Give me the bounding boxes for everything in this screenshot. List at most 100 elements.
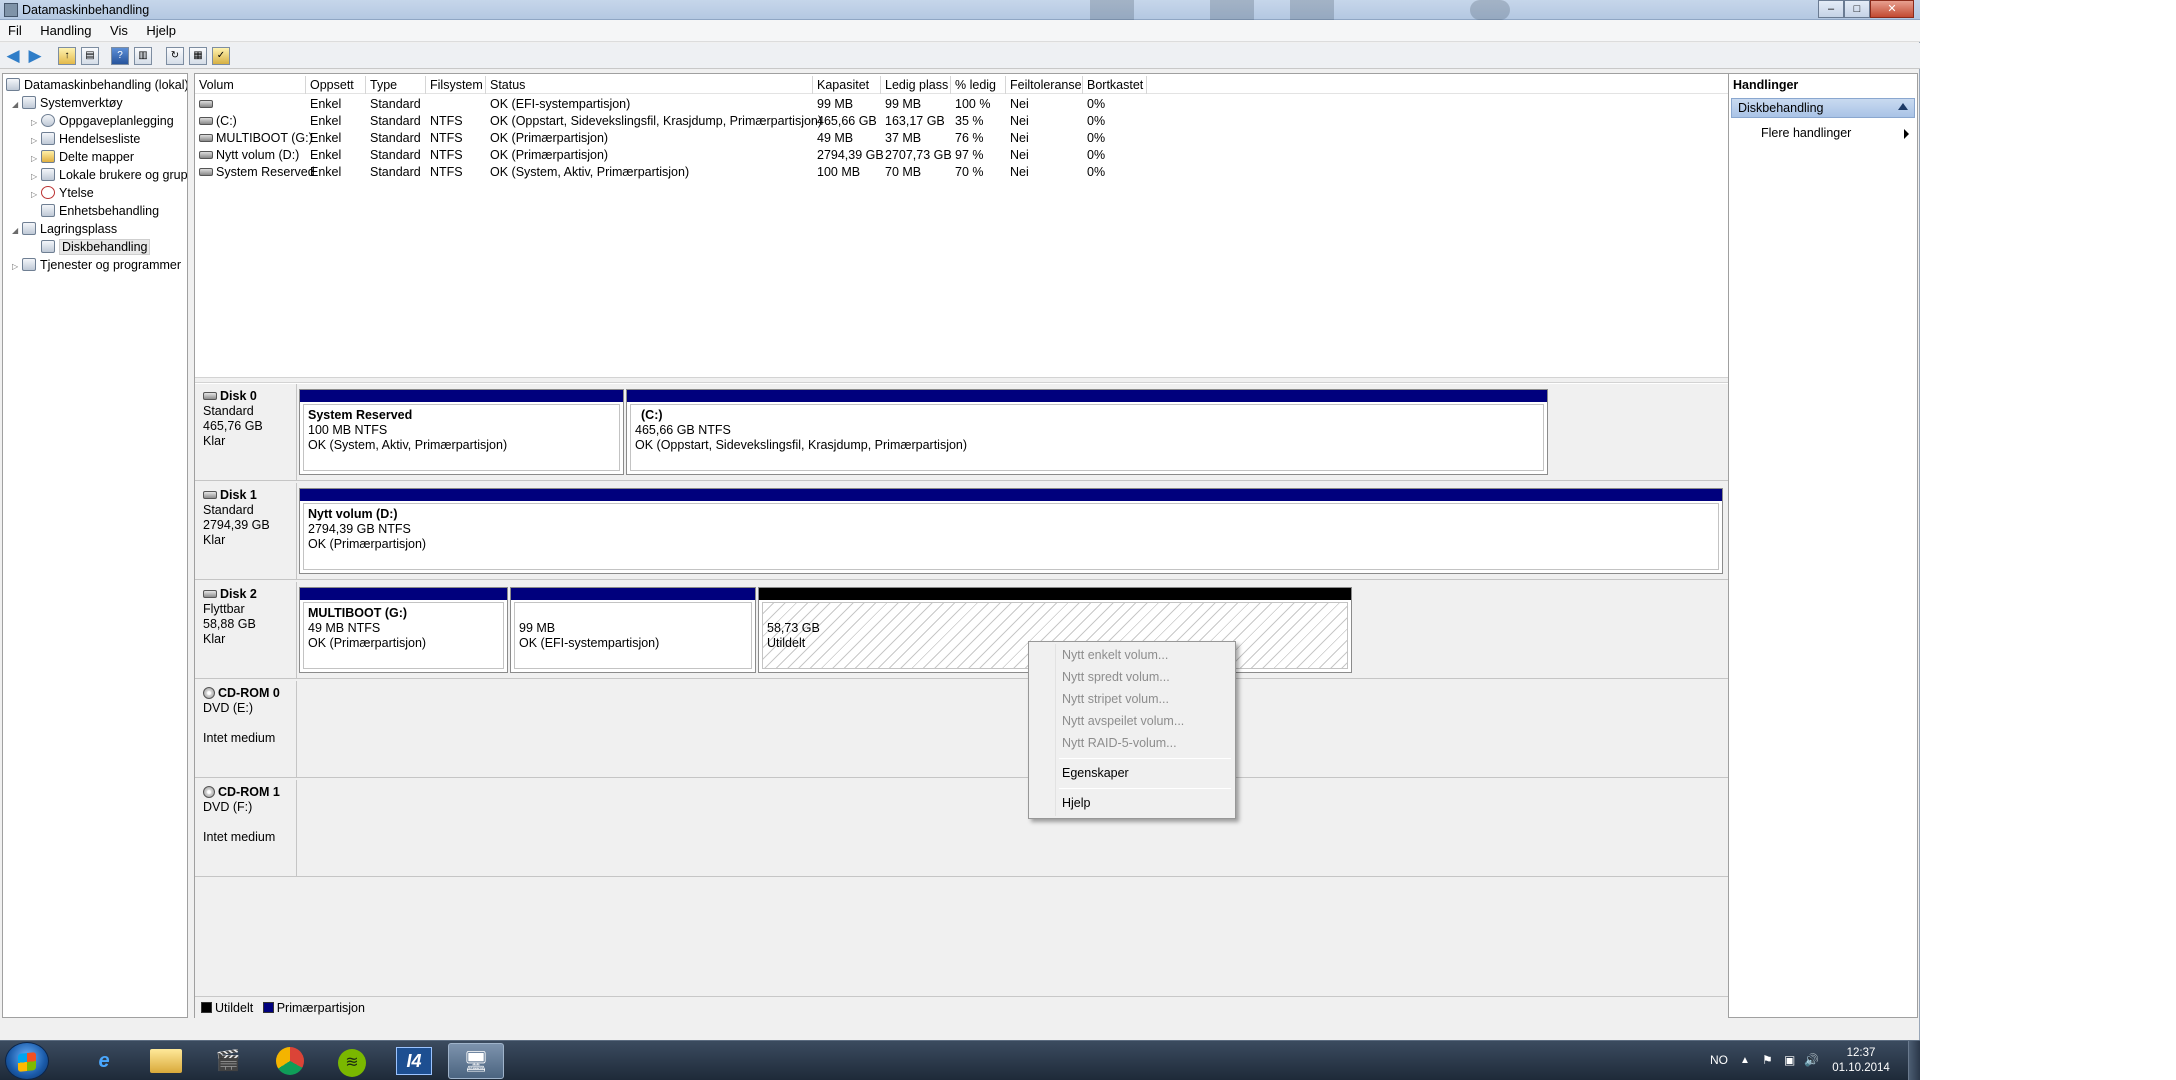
menu-item-new-simple-volume[interactable]: Nytt enkelt volum... xyxy=(1062,648,1168,662)
tree-item-device-manager[interactable]: Enhetsbehandling xyxy=(41,202,159,220)
table-cell-feil: Nei xyxy=(1010,114,1029,128)
menu-item-new-raid5-volume[interactable]: Nytt RAID-5-volum... xyxy=(1062,736,1177,750)
clock-date: 01.10.2014 xyxy=(1832,1062,1890,1074)
app-icon xyxy=(4,3,18,17)
tree-item-event-viewer[interactable]: ▷ Hendelsesliste xyxy=(31,130,140,148)
volume-icon[interactable]: 🔊 xyxy=(1804,1053,1819,1067)
tree-item-task-scheduler[interactable]: ▷ Oppgaveplanlegging xyxy=(31,112,174,130)
pane-splitter[interactable] xyxy=(195,377,1729,383)
show-desktop-button[interactable] xyxy=(1908,1041,1920,1080)
show-hidden-icons[interactable]: ▲ xyxy=(1740,1055,1750,1066)
menu-item-new-striped-volume[interactable]: Nytt stripet volum... xyxy=(1062,692,1169,706)
unallocated-band xyxy=(759,588,1351,600)
menu-help[interactable]: Hjelp xyxy=(138,20,183,38)
forward-arrow-icon[interactable]: ▶ xyxy=(26,47,44,65)
media-center-icon[interactable]: 🎬 xyxy=(200,1043,256,1079)
partition-efi[interactable]: 99 MB OK (EFI-systempartisjon) xyxy=(510,587,756,673)
table-cell-feil: Nei xyxy=(1010,131,1029,145)
column-header-free-space[interactable]: Ledig plass xyxy=(881,76,951,94)
column-header-layout[interactable]: Oppsett xyxy=(306,76,366,94)
network-icon[interactable]: ▣ xyxy=(1784,1053,1795,1067)
table-row[interactable]: System Reserved Enkel Standard NTFS OK (Syst… xyxy=(195,164,1729,181)
partition-multiboot-g[interactable]: MULTIBOOT (G:) 49 MB NTFS OK (Primærpart… xyxy=(299,587,508,673)
collapse-icon[interactable]: ◢ xyxy=(12,222,22,240)
tree-item-services[interactable]: ▷ Tjenester og programmer xyxy=(12,256,181,274)
services-icon xyxy=(22,258,36,271)
show-hide-action-icon[interactable]: ▥ xyxy=(134,47,152,65)
i4-app-icon[interactable]: I4 xyxy=(386,1043,442,1079)
maximize-button[interactable]: □ xyxy=(1844,0,1870,18)
chrome-icon[interactable] xyxy=(262,1043,318,1079)
table-cell-fs: NTFS xyxy=(430,114,463,128)
partition-system-reserved[interactable]: System Reserved 100 MB NTFS OK (System, … xyxy=(299,389,624,475)
tree-item-local-users[interactable]: ▷ Lokale brukere og grupp xyxy=(31,166,187,184)
actions-section-disk-management[interactable]: Diskbehandling xyxy=(1731,98,1915,118)
menu-item-new-spanned-volume[interactable]: Nytt spredt volum... xyxy=(1062,670,1170,684)
table-row[interactable]: Nytt volum (D:) Enkel Standard NTFS OK (Prim… xyxy=(195,147,1729,164)
partition-d[interactable]: Nytt volum (D:) 2794,39 GB NTFS OK (Prim… xyxy=(299,488,1723,574)
menu-action[interactable]: Handling xyxy=(32,20,98,38)
more-actions-link[interactable]: Flere handlinger xyxy=(1761,126,1851,140)
table-cell-type: Standard xyxy=(370,114,421,128)
disk-1-label[interactable]: Disk 1 Standard 2794,39 GB Klar xyxy=(195,483,297,580)
menu-item-new-mirrored-volume[interactable]: Nytt avspeilet volum... xyxy=(1062,714,1184,728)
cdrom-0-label[interactable]: CD-ROM 0 DVD (E:) Intet medium xyxy=(195,681,297,778)
table-row[interactable]: MULTIBOOT (G:) Enkel Standard NTFS OK (Primæ… xyxy=(195,130,1729,147)
expand-icon[interactable]: ▷ xyxy=(31,186,41,204)
legend-swatch-primary xyxy=(262,1002,274,1013)
table-row[interactable]: (C:) Enkel Standard NTFS OK (Oppstart, Sidev… xyxy=(195,113,1729,130)
column-header-status[interactable]: Status xyxy=(486,76,813,94)
tree-item-performance[interactable]: ▷ Ytelse xyxy=(31,184,94,202)
spotify-icon[interactable]: ≋ xyxy=(324,1043,380,1079)
column-header-volume[interactable]: Volum xyxy=(195,76,306,94)
menu-item-help[interactable]: Hjelp xyxy=(1062,796,1091,810)
clock-time: 12:37 xyxy=(1846,1047,1876,1059)
collapse-up-icon[interactable] xyxy=(1898,103,1908,110)
drive-icon xyxy=(203,590,217,598)
help-icon[interactable]: ? xyxy=(111,47,129,65)
computer-management-taskbar-icon[interactable]: 🖥 xyxy=(448,1043,504,1079)
column-header-type[interactable]: Type xyxy=(366,76,426,94)
properties-icon[interactable]: ▦ xyxy=(189,47,207,65)
cdrom-1-label[interactable]: CD-ROM 1 DVD (F:) Intet medium xyxy=(195,780,297,877)
column-header-capacity[interactable]: Kapasitet xyxy=(813,76,881,94)
tree-item-shared-folders[interactable]: ▷ Delte mapper xyxy=(31,148,134,166)
partition-c[interactable]: (C:) 465,66 GB NTFS OK (Oppstart, Sideve… xyxy=(626,389,1548,475)
tree-item-system-tools[interactable]: ◢ Systemverktøy xyxy=(12,94,123,112)
start-button[interactable] xyxy=(5,1042,49,1080)
table-cell-volum: Nytt volum (D:) xyxy=(195,147,303,164)
table-cell-ledig: 163,17 GB xyxy=(885,114,945,128)
table-cell-type: Standard xyxy=(370,165,421,179)
minimize-button[interactable]: – xyxy=(1818,0,1844,18)
back-arrow-icon[interactable]: ◀ xyxy=(4,47,22,65)
action-center-flag-icon[interactable]: ⚑ xyxy=(1762,1053,1773,1067)
collapse-icon[interactable]: ◢ xyxy=(12,96,22,114)
screen: Datamaskinbehandling – □ ✕ Fil Handling … xyxy=(0,0,1920,1080)
input-language[interactable]: NO xyxy=(1710,1053,1728,1067)
close-button[interactable]: ✕ xyxy=(1870,0,1914,18)
volume-icon xyxy=(199,168,213,176)
disk-0-label[interactable]: Disk 0 Standard 465,76 GB Klar xyxy=(195,384,297,481)
column-header-filesystem[interactable]: Filsystem xyxy=(426,76,486,94)
clock[interactable]: 12:37 01.10.2014 xyxy=(1826,1046,1896,1076)
file-explorer-icon[interactable] xyxy=(138,1043,194,1079)
title-bar[interactable]: Datamaskinbehandling – □ ✕ xyxy=(0,0,1920,20)
tree-item-storage[interactable]: ◢ Lagringsplass xyxy=(12,220,117,238)
show-hide-tree-icon[interactable]: ▤ xyxy=(81,47,99,65)
up-folder-icon[interactable]: ↑ xyxy=(58,47,76,65)
menu-item-properties[interactable]: Egenskaper xyxy=(1062,766,1129,780)
tree-item-root[interactable]: Datamaskinbehandling (lokal) xyxy=(6,76,187,94)
refresh-icon[interactable]: ↻ xyxy=(166,47,184,65)
internet-explorer-icon[interactable]: e xyxy=(76,1043,132,1079)
column-header-percent-free[interactable]: % ledig xyxy=(951,76,1006,94)
table-cell-bort: 0% xyxy=(1087,114,1106,128)
disk-2-label[interactable]: Disk 2 Flyttbar 58,88 GB Klar xyxy=(195,582,297,679)
menu-file[interactable]: Fil xyxy=(0,20,29,38)
table-row[interactable]: Enkel Standard OK (EFI-systempartisjon) 99 … xyxy=(195,96,1729,113)
expand-icon[interactable]: ▷ xyxy=(12,258,22,276)
tree-item-disk-management[interactable]: Diskbehandling xyxy=(41,238,151,256)
column-header-overhead[interactable]: Bortkastet xyxy=(1083,76,1147,94)
column-header-fault-tolerance[interactable]: Feiltoleranse xyxy=(1006,76,1083,94)
menu-view[interactable]: Vis xyxy=(102,20,135,38)
settings-icon[interactable]: ✓ xyxy=(212,47,230,65)
